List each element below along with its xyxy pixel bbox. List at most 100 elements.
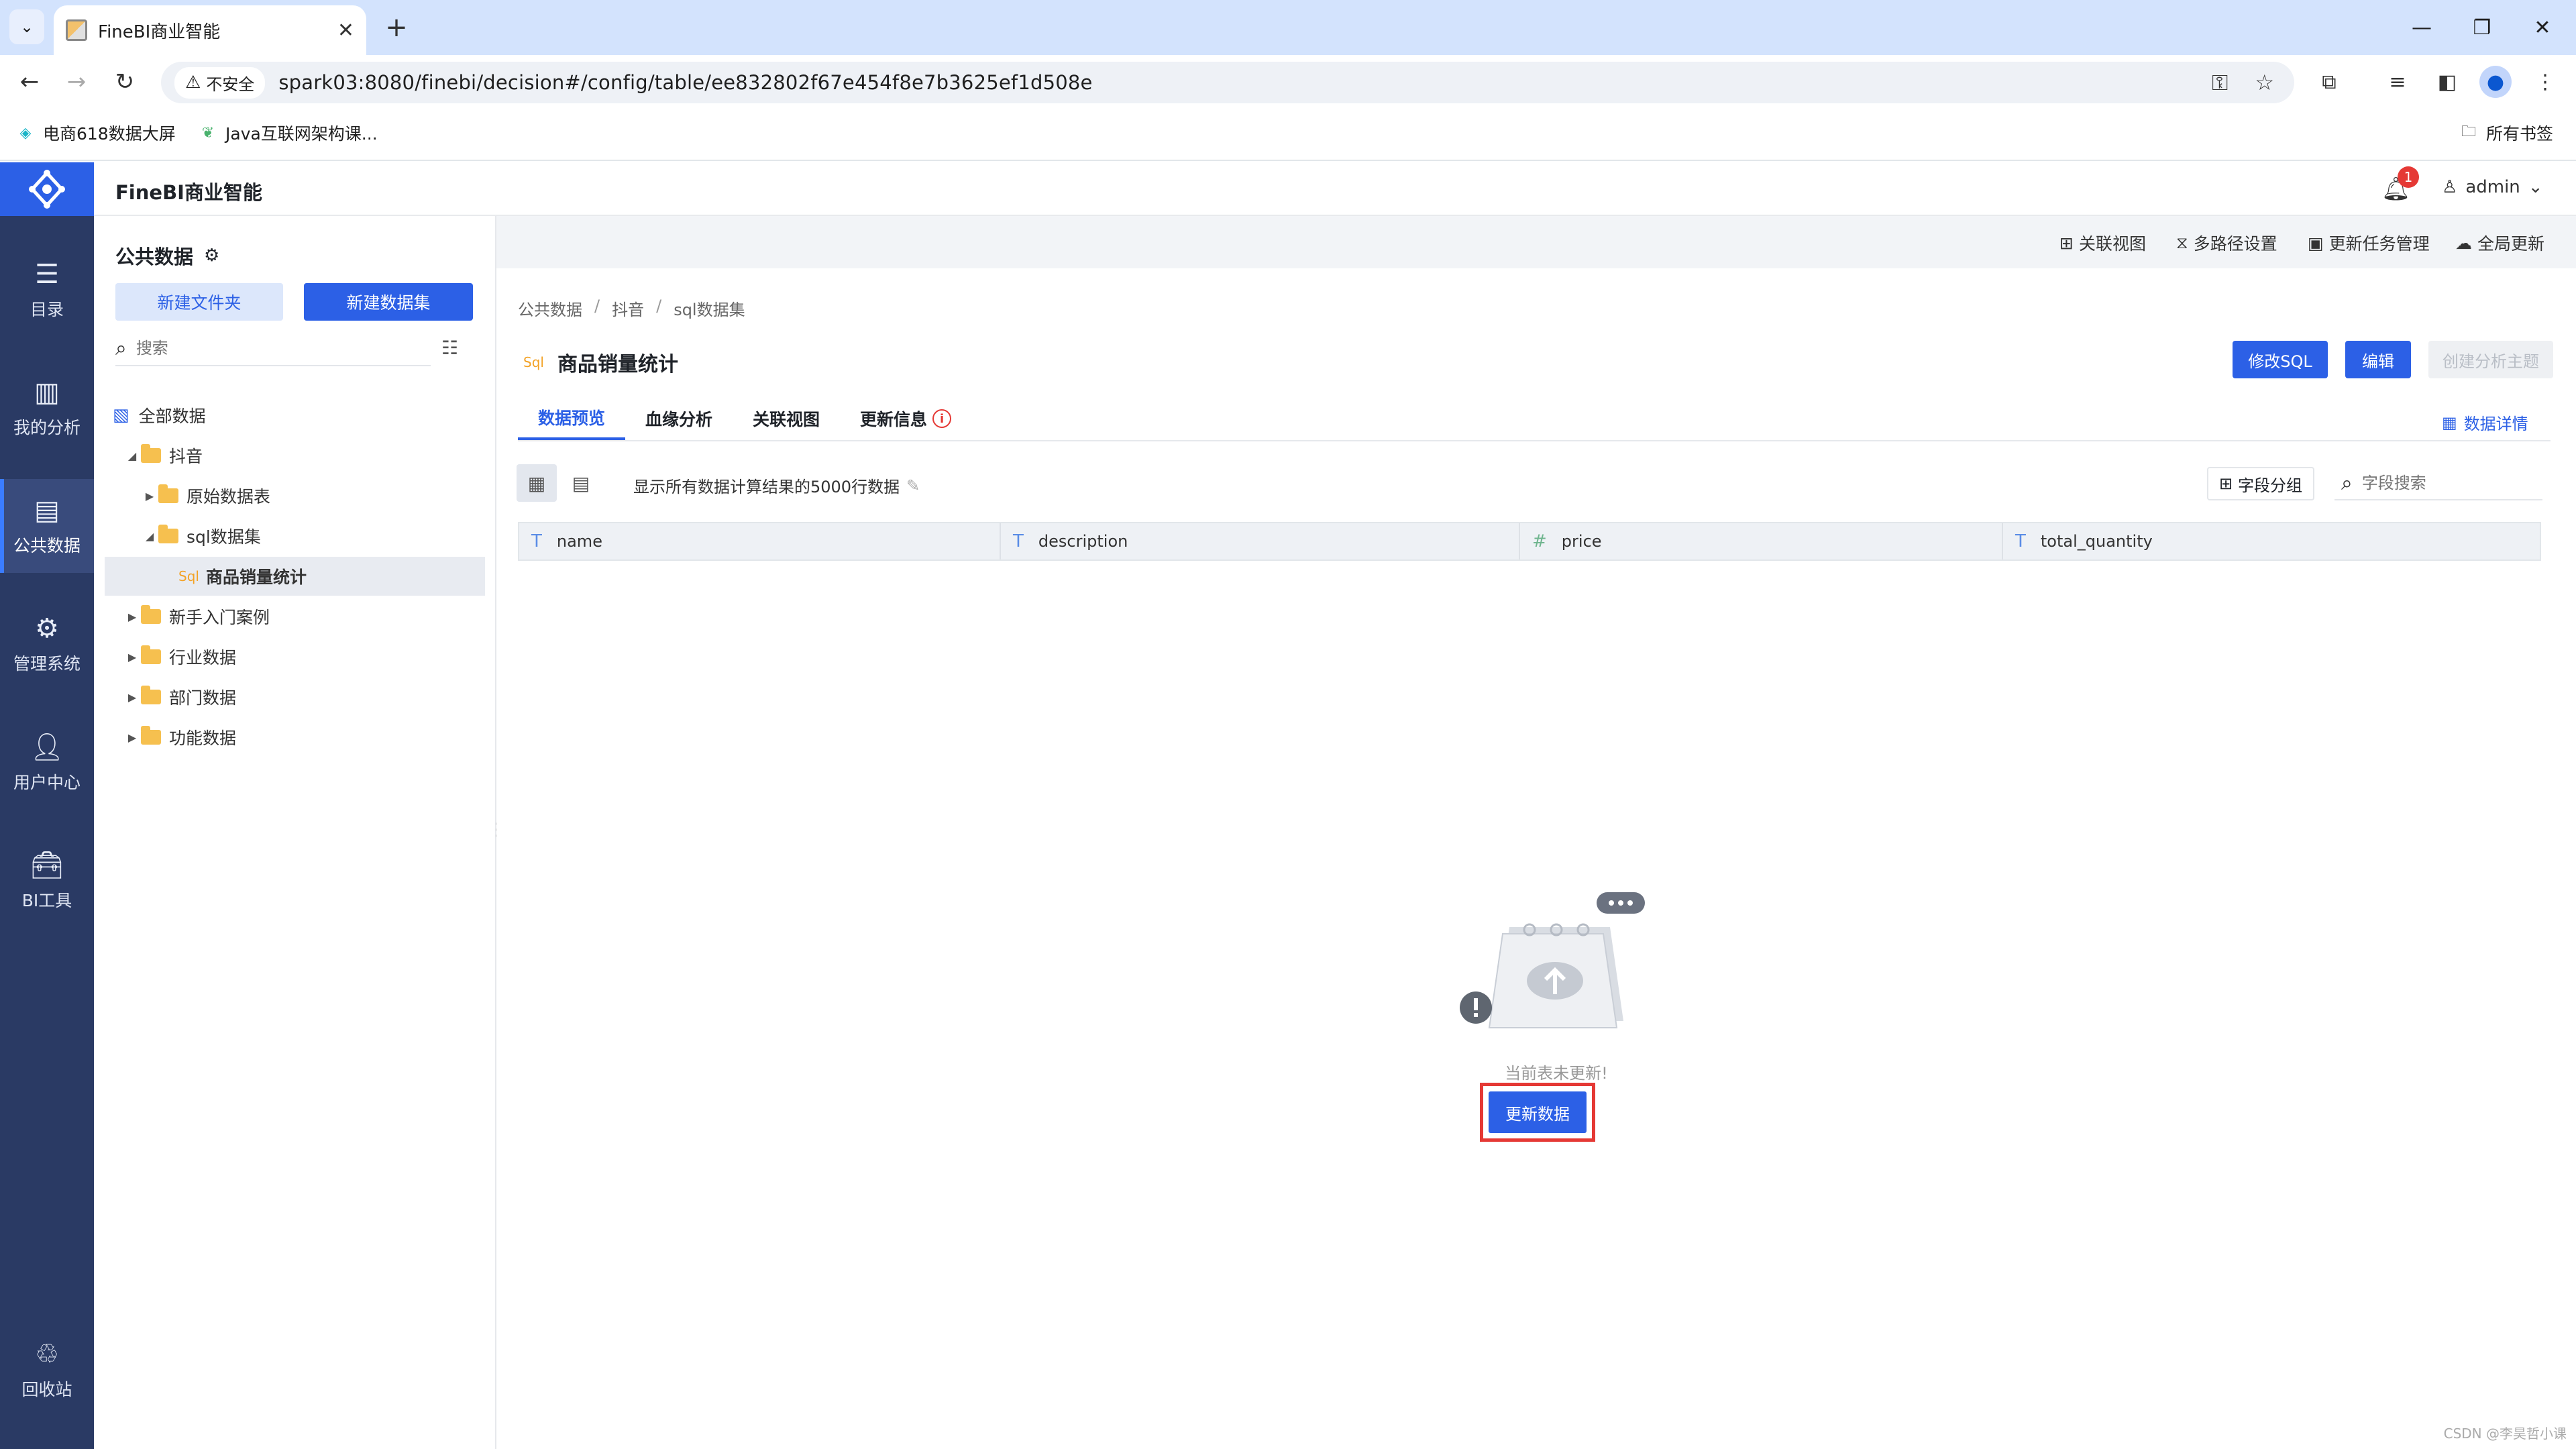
rail-item-my-analysis[interactable]: ▥ 我的分析: [0, 361, 94, 455]
caret-right-icon[interactable]: ▶: [123, 731, 141, 744]
tree-node[interactable]: ▶ 行业数据: [123, 637, 502, 676]
tree-node-label: 新手入门案例: [169, 608, 270, 627]
back-icon[interactable]: ←: [12, 64, 47, 99]
tree-node[interactable]: ▶ 部门数据: [123, 678, 502, 716]
rail-item-public-data[interactable]: ▤ 公共数据: [0, 479, 94, 573]
rail-item-label: BI工具: [21, 890, 72, 910]
user-menu[interactable]: ♙ admin ⌄: [2442, 177, 2543, 197]
extensions-icon[interactable]: ⧉: [2313, 66, 2345, 98]
rail-item-label: 目录: [30, 300, 64, 319]
reload-icon[interactable]: ↻: [107, 64, 142, 99]
new-folder-button[interactable]: 新建文件夹: [115, 283, 283, 321]
url-text[interactable]: spark03:8080/finebi/decision#/config/tab…: [278, 71, 1092, 94]
text-type-icon: T: [1013, 531, 1024, 551]
folder-icon: [141, 686, 161, 704]
tree-node[interactable]: ▶ 功能数据: [123, 718, 502, 757]
tab-close-icon[interactable]: ✕: [337, 19, 354, 42]
new-tab-button[interactable]: +: [380, 11, 413, 44]
filter-icon[interactable]: ☷: [441, 337, 458, 359]
column-header[interactable]: T description: [1001, 523, 1520, 559]
tree-node[interactable]: ▧ 全部数据: [113, 396, 492, 435]
tree-node[interactable]: ▶ 新手入门案例: [123, 597, 502, 636]
caret-down-icon[interactable]: ◢: [123, 449, 141, 462]
rail-item-management[interactable]: ⚙ 管理系统: [0, 597, 94, 691]
rail-item-user-center[interactable]: 👤︎ 用户中心: [0, 715, 94, 809]
related-view-button[interactable]: ⊞ 关联视图: [2059, 231, 2146, 255]
tree-node[interactable]: ▶ 原始数据表: [141, 476, 520, 515]
action-label: 多路径设置: [2193, 234, 2277, 254]
column-name: description: [1038, 532, 1128, 551]
caret-right-icon[interactable]: ▶: [141, 490, 158, 502]
tree-node-label: 商品销量统计: [205, 568, 307, 587]
multi-path-icon: ⧖: [2176, 233, 2188, 252]
minimize-icon[interactable]: —: [2402, 11, 2442, 44]
field-search[interactable]: ⌕: [2334, 467, 2542, 500]
restore-icon[interactable]: ❐: [2462, 11, 2502, 44]
field-group-button[interactable]: ⊞ 字段分组: [2207, 467, 2314, 500]
breadcrumb-item[interactable]: 公共数据: [518, 297, 582, 320]
profile-avatar-icon[interactable]: ●: [2479, 66, 2512, 98]
cloud-update-icon: ☁: [2455, 233, 2472, 253]
address-bar[interactable]: ⚠ 不安全 spark03:8080/finebi/decision#/conf…: [161, 62, 2294, 103]
tab-related-view[interactable]: 关联视图: [733, 397, 840, 440]
caret-right-icon[interactable]: ▶: [123, 691, 141, 704]
security-indicator[interactable]: ⚠ 不安全: [174, 66, 266, 99]
tab-update-info[interactable]: 更新信息 i: [840, 397, 971, 440]
edit-pencil-icon[interactable]: ✎: [906, 476, 920, 495]
global-update-button[interactable]: ☁ 全局更新: [2455, 231, 2544, 255]
edit-sql-button[interactable]: 修改SQL: [2233, 341, 2328, 378]
column-header[interactable]: T total_quantity: [2003, 523, 2540, 559]
tree-search-input[interactable]: [136, 339, 391, 358]
media-control-icon[interactable]: ≡: [2381, 66, 2414, 98]
tree-node[interactable]: ◢ 抖音: [123, 436, 502, 475]
rail-item-recycle-bin[interactable]: ♲ 回收站: [0, 1323, 94, 1417]
update-task-button[interactable]: ▣ 更新任务管理: [2308, 231, 2430, 255]
caret-right-icon[interactable]: ▶: [123, 651, 141, 663]
all-bookmarks-button[interactable]: 🗀 所有书签: [2459, 121, 2553, 145]
tree-search[interactable]: ⌕: [115, 331, 431, 366]
browser-tab[interactable]: FineBI商业智能 ✕: [54, 5, 366, 55]
forward-icon[interactable]: →: [59, 64, 94, 99]
rail-item-label: 我的分析: [13, 418, 80, 437]
grid-view-icon[interactable]: ▦: [517, 464, 557, 502]
watermark: CSDN @李昊哲小课: [2443, 1426, 2567, 1442]
tree-node-selected[interactable]: Sql 商品销量统计: [105, 557, 485, 596]
column-header[interactable]: # price: [1520, 523, 2003, 559]
folder-icon: [141, 605, 161, 624]
data-detail-button[interactable]: ▦ 数据详情: [2442, 411, 2528, 434]
caret-down-icon[interactable]: ◢: [141, 530, 158, 543]
caret-right-icon[interactable]: ▶: [123, 610, 141, 623]
tab-search-dropdown-icon[interactable]: ⌄: [9, 9, 44, 44]
breadcrumb-item[interactable]: sql数据集: [674, 297, 745, 320]
side-panel-icon[interactable]: ◧: [2431, 66, 2463, 98]
bookmark-star-icon[interactable]: ☆: [2255, 70, 2274, 96]
bookmark-item[interactable]: ◈ 电商618数据大屏: [16, 121, 176, 145]
rail-item-label: 回收站: [21, 1380, 72, 1399]
tree-node-label: 功能数据: [169, 729, 237, 748]
search-icon: ⌕: [2341, 471, 2353, 495]
update-data-button[interactable]: 更新数据: [1489, 1091, 1587, 1133]
bookmark-item[interactable]: ❦ Java互联网架构课...: [199, 121, 378, 145]
rail-item-catalog[interactable]: ☰ 目录: [0, 243, 94, 337]
folder-icon: [158, 525, 178, 543]
bookmarks-bar: ◈ 电商618数据大屏 ❦ Java互联网架构课... 🗀 所有书签: [0, 107, 2576, 161]
create-analysis-theme-button[interactable]: 创建分析主题: [2428, 341, 2553, 378]
panel-title: 公共数据 ⚙: [115, 241, 219, 270]
tab-lineage[interactable]: 血缘分析: [625, 397, 733, 440]
new-dataset-button[interactable]: 新建数据集: [304, 283, 473, 321]
close-window-icon[interactable]: ✕: [2522, 11, 2563, 44]
browser-menu-icon[interactable]: ⋮: [2529, 66, 2561, 98]
multi-path-button[interactable]: ⧖ 多路径设置: [2176, 231, 2277, 255]
column-header[interactable]: T name: [519, 523, 1001, 559]
folder-icon: [141, 645, 161, 664]
rail-item-bi-tools[interactable]: 🧰︎ BI工具: [0, 833, 94, 927]
tree-node[interactable]: ◢ sql数据集: [141, 517, 520, 555]
edit-button[interactable]: 编辑: [2345, 341, 2411, 378]
field-search-input[interactable]: [2361, 474, 2523, 492]
finebi-logo-icon[interactable]: [0, 162, 94, 216]
gear-icon[interactable]: ⚙: [204, 246, 219, 266]
password-key-icon[interactable]: ⚿: [2212, 70, 2228, 96]
tab-data-preview[interactable]: 数据预览: [518, 397, 626, 440]
breadcrumb-item[interactable]: 抖音: [612, 297, 644, 320]
table-layout-icon[interactable]: ▤: [561, 464, 601, 502]
